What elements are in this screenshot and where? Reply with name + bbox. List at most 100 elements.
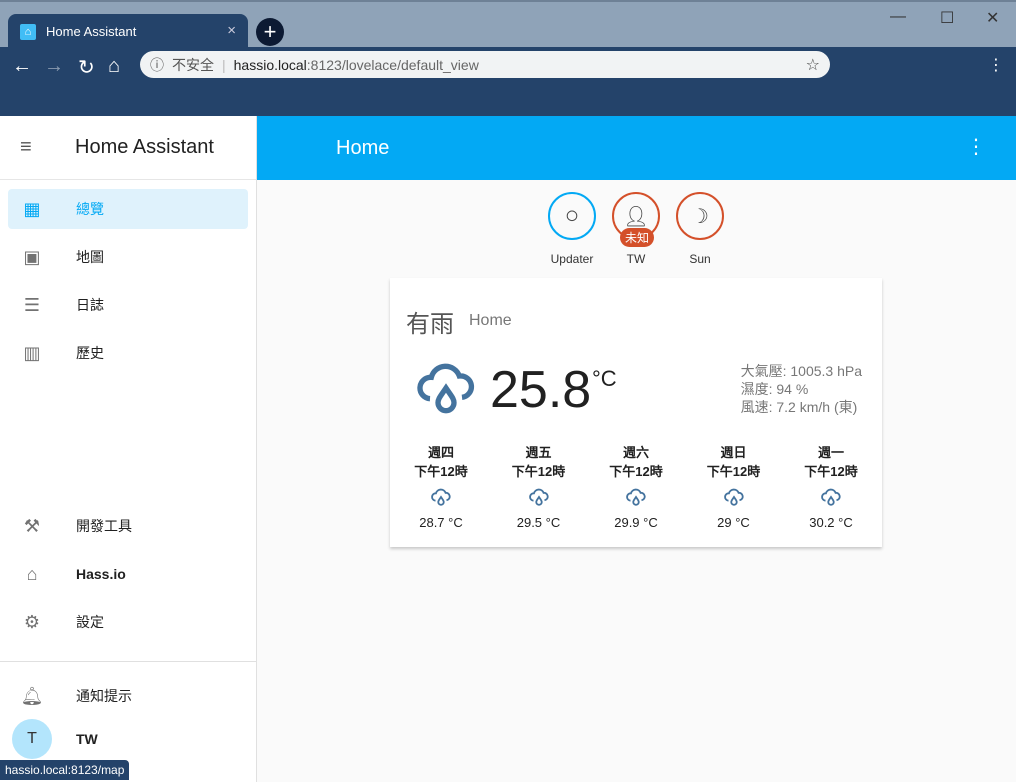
forecast-temperature: 29 °C [717,515,750,530]
url-host: hassio.local [233,56,307,73]
temperature-unit: °C [592,366,617,391]
home-assistant-favicon-icon: ⌂ [20,23,36,40]
badge-label: Updater [550,252,594,266]
sidebar-item-notifications[interactable]: 🔔︎ 通知提示 [8,676,248,716]
account-location-icon: ▣ [23,246,41,267]
forecast-day: 週日下午12時 29 °C [694,442,774,530]
forecast-day: 週一下午12時 30.2 °C [791,442,871,530]
weather-attributes: 大氣壓: 1005.3 hPa 濕度: 94 % 風速: 7.2 km/h (東… [741,362,862,416]
sidebar-item-hassio[interactable]: ⌂ Hass.io [8,554,248,594]
sidebar-item-label: Hass.io [76,566,126,582]
status-badge: 未知 [620,228,655,247]
address-bar[interactable]: ⓘ 不安全 | hassio.local:8123/lovelace/defau… [140,51,830,78]
gear-icon: ⚙ [23,611,41,632]
home-assistant-icon: ⌂ [26,563,38,584]
info-icon[interactable]: ⓘ [150,55,164,75]
more-options-icon[interactable]: ⋮ [966,134,986,159]
account-icon: 👤︎ [623,205,649,228]
page-title: Home [336,137,390,159]
forecast-time: 下午12時 [414,464,468,479]
maximize-icon[interactable]: ☐ [940,8,954,28]
sidebar-title: Home Assistant [75,136,214,158]
moon-icon: ☽ [691,205,709,228]
sidebar-item-developer-tools[interactable]: ⚒ 開發工具 [8,506,248,546]
sidebar-item-label: 通知提示 [76,688,132,704]
wind-speed: 風速: 7.2 km/h (東) [740,399,858,415]
current-temperature: 25.8 [490,361,592,419]
home-icon[interactable]: ⌂ [108,55,120,78]
close-tab-icon[interactable]: × [227,22,236,39]
weather-card[interactable]: 有雨 Home 25.8 °C 大氣壓: 1005.3 hPa 濕度: 94 %… [390,278,882,547]
sidebar: ≡ Home Assistant ▦ 總覽 ▣ 地圖 ☰ 日誌 ▥ 歷史 ⚒ 開發工具 ⌂ H… [0,116,257,782]
circle-outline-icon: ○ [564,202,580,229]
forecast-weekday: 週一 [817,445,844,460]
forecast-weekday: 週日 [720,445,747,460]
forecast-day: 週五下午12時 29.5 °C [499,442,579,530]
sidebar-divider [0,661,256,662]
sidebar-item-logbook[interactable]: ☰ 日誌 [8,285,248,325]
forecast-time: 下午12時 [609,464,663,479]
forecast-temperature: 28.7 °C [419,515,463,530]
rainy-cloud-icon [528,488,549,506]
status-url: hassio.local:8123/map [0,760,130,780]
sidebar-item-label: 地圖 [76,249,104,265]
minimize-icon[interactable]: — [890,8,906,26]
badge-label: TW [626,252,646,266]
user-name: TW [76,731,98,747]
chart-bar-icon: ▥ [23,342,41,363]
sidebar-item-label: 日誌 [76,297,104,313]
forecast-day: 週六下午12時 29.9 °C [596,442,676,530]
sidebar-item-history[interactable]: ▥ 歷史 [8,333,248,373]
tab-title: Home Assistant [46,24,137,39]
humidity: 濕度: 94 % [740,381,809,397]
forecast-weekday: 週五 [525,445,552,460]
browser-toolbar: ← → ↻ ⌂ ⓘ 不安全 | hassio.local:8123/lovela… [0,47,1016,116]
sidebar-item-label: 總覽 [76,201,104,217]
weather-location: Home [469,312,512,329]
sidebar-item-label: 開發工具 [76,518,132,534]
forecast-time: 下午12時 [706,464,761,479]
weather-condition: 有雨 [406,311,454,338]
forward-icon[interactable]: → [44,55,64,78]
insecure-label: 不安全 [172,56,214,73]
bookmark-star-icon[interactable]: ☆ [806,55,820,75]
new-tab-button[interactable]: + [256,18,284,46]
forecast-time: 下午12時 [804,464,858,479]
browser-menu-icon[interactable]: ⋮ [988,55,1004,75]
badge-updater[interactable]: ○ Updater [540,192,604,266]
sidebar-item-overview[interactable]: ▦ 總覽 [8,189,248,229]
forecast-time: 下午12時 [511,464,566,479]
badges: ○ Updater 👤︎ 未知 TW ☽ Sun [540,192,732,266]
sidebar-item-label: 歷史 [76,345,104,361]
back-icon[interactable]: ← [12,55,32,78]
hammer-icon: ⚒ [23,515,41,536]
forecast-weekday: 週四 [427,445,454,460]
rainy-cloud-icon [723,488,744,506]
sidebar-item-label: 設定 [76,614,104,630]
close-window-icon[interactable]: ✕ [986,8,999,28]
reload-icon[interactable]: ↻ [78,55,95,80]
browser-tab[interactable]: ⌂ Home Assistant × [8,14,248,49]
format-list-icon: ☰ [23,294,41,315]
forecast-temperature: 29.9 °C [614,515,658,530]
forecast-temperature: 29.5 °C [516,515,561,530]
rainy-cloud-icon [431,488,451,506]
app-header: Home ⋮ [257,116,1016,180]
sidebar-item-settings[interactable]: ⚙ 設定 [8,602,248,642]
avatar: T [12,719,52,759]
bell-icon: 🔔︎ [20,685,44,706]
forecast-weekday: 週六 [622,445,649,460]
forecast-day: 週四下午12時 28.7 °C [401,442,481,530]
url-path: :8123/lovelace/default_view [306,56,479,73]
sidebar-item-profile[interactable]: T TW [8,719,248,759]
sidebar-item-map[interactable]: ▣ 地圖 [8,237,248,277]
rainy-cloud-icon [417,363,475,414]
badge-tw[interactable]: 👤︎ 未知 TW [604,192,668,266]
badge-label: Sun [689,252,711,266]
menu-collapse-icon[interactable]: ≡ [20,136,50,159]
forecast-temperature: 30.2 °C [809,515,853,530]
rainy-cloud-icon [626,488,646,506]
badge-sun[interactable]: ☽ Sun [668,192,732,266]
view-grid-icon: ▦ [23,198,41,219]
rainy-cloud-icon [821,488,841,506]
